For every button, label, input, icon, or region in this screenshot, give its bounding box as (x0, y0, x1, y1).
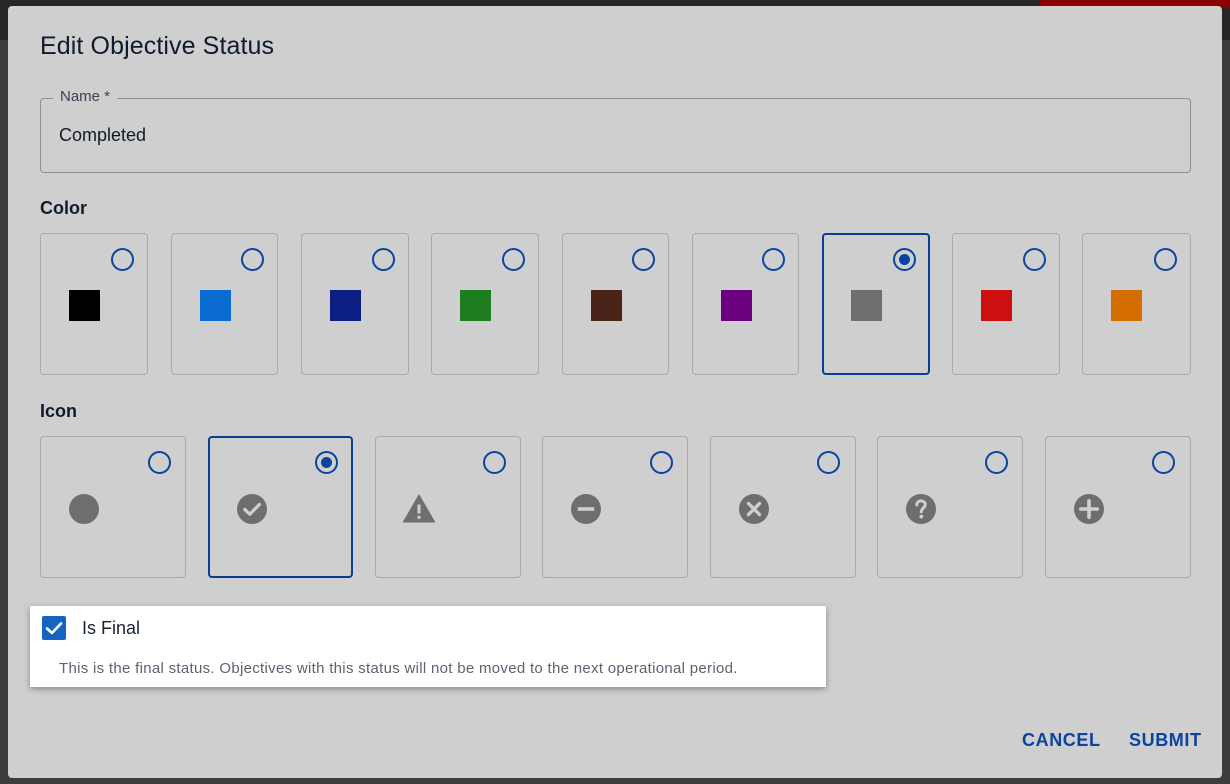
icon-radio[interactable] (650, 451, 673, 474)
edit-status-dialog: Edit Objective Status Name * Color (8, 6, 1222, 778)
icon-option-minus[interactable] (542, 436, 688, 578)
color-option-purple[interactable] (692, 233, 799, 375)
color-option-black[interactable] (40, 233, 148, 375)
icon-option-warning[interactable] (375, 436, 521, 578)
is-final-checkbox[interactable] (42, 616, 66, 640)
x-circle-icon (739, 494, 769, 524)
name-field-label: Name * (53, 88, 118, 105)
color-option-green[interactable] (431, 233, 539, 375)
color-swatch (330, 290, 361, 321)
icon-option-check[interactable] (208, 436, 353, 578)
submit-button[interactable]: SUBMIT (1129, 730, 1202, 751)
icon-radio[interactable] (817, 451, 840, 474)
color-swatch (1111, 290, 1142, 321)
warning-icon (402, 494, 436, 523)
color-radio[interactable] (241, 248, 264, 271)
icon-radio-selected[interactable] (315, 451, 338, 474)
color-radio[interactable] (111, 248, 134, 271)
color-option-gray[interactable] (822, 233, 930, 375)
color-radio[interactable] (502, 248, 525, 271)
name-input[interactable] (59, 125, 1159, 146)
color-option-orange[interactable] (1082, 233, 1191, 375)
color-radio[interactable] (1154, 248, 1177, 271)
name-field[interactable]: Name * (40, 88, 1191, 173)
plus-circle-icon (1074, 494, 1104, 524)
color-swatch (460, 290, 491, 321)
icon-option-help[interactable] (877, 436, 1023, 578)
color-swatch (851, 290, 882, 321)
color-radio[interactable] (762, 248, 785, 271)
color-radio[interactable] (632, 248, 655, 271)
check-circle-icon (237, 494, 267, 524)
color-option-blue[interactable] (171, 233, 278, 375)
dialog-title: Edit Objective Status (40, 32, 275, 60)
is-final-panel: Is Final This is the final status. Objec… (30, 606, 826, 687)
icon-option-plus[interactable] (1045, 436, 1191, 578)
minus-circle-icon (571, 494, 601, 524)
color-option-navy[interactable] (301, 233, 409, 375)
is-final-label[interactable]: Is Final (82, 618, 140, 639)
is-final-help-text: This is the final status. Objectives wit… (59, 660, 738, 677)
icon-section-label: Icon (40, 401, 78, 421)
icon-radio[interactable] (483, 451, 506, 474)
icon-radio[interactable] (1152, 451, 1175, 474)
icon-radio[interactable] (148, 451, 171, 474)
cancel-button[interactable]: CANCEL (1022, 730, 1101, 751)
color-radio-selected[interactable] (893, 248, 916, 271)
color-swatch (200, 290, 231, 321)
icon-option-circle[interactable] (40, 436, 186, 578)
color-radio[interactable] (372, 248, 395, 271)
color-option-brown[interactable] (562, 233, 669, 375)
checkmark-icon (45, 622, 63, 635)
icon-option-x[interactable] (710, 436, 856, 578)
icon-radio[interactable] (985, 451, 1008, 474)
circle-icon (69, 494, 99, 524)
color-radio[interactable] (1023, 248, 1046, 271)
color-swatch (69, 290, 100, 321)
color-section-label: Color (40, 198, 87, 218)
color-swatch (721, 290, 752, 321)
help-circle-icon (906, 494, 936, 524)
color-option-red[interactable] (952, 233, 1060, 375)
color-swatch (981, 290, 1012, 321)
color-swatch (591, 290, 622, 321)
